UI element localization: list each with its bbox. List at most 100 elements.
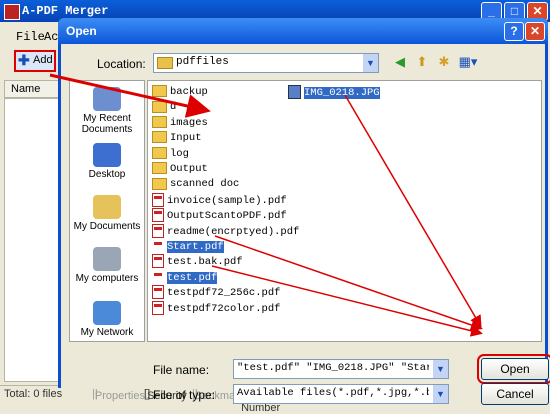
open-button[interactable]: Open — [477, 354, 550, 384]
list-column-header[interactable]: Name — [4, 80, 60, 98]
pdf-file-icon — [152, 269, 164, 284]
file-list-item[interactable]: images — [152, 116, 208, 131]
file-name-label: File name: — [153, 363, 210, 377]
pdf-file-icon — [152, 239, 164, 253]
file-list-item[interactable]: test.bak.pdf — [152, 254, 243, 269]
place-my-documents[interactable]: My Documents — [70, 195, 144, 232]
list-header-name: Name — [11, 83, 41, 95]
pdf-file-icon — [152, 254, 164, 269]
file-name: Output — [170, 163, 208, 175]
chevron-down-icon[interactable]: ▼ — [433, 385, 448, 403]
add-button[interactable]: ✚ Add — [14, 50, 56, 72]
pdf-file-icon — [152, 300, 164, 315]
file-name: IMG_0218.JPG — [304, 86, 380, 99]
file-list-item[interactable]: scanned doc — [152, 177, 239, 192]
file-list-item[interactable]: log — [152, 146, 189, 162]
file-name: testpdf72color.pdf — [167, 302, 281, 315]
new-folder-icon[interactable]: ✱ — [435, 53, 453, 71]
file-list-item[interactable]: OutputScantoPDF.pdf — [152, 208, 287, 223]
view-menu-icon[interactable]: ▦▾ — [457, 53, 479, 71]
folder-icon — [152, 177, 167, 190]
chevron-down-icon[interactable]: ▼ — [433, 360, 448, 378]
places-bar: My Recent Documents Desktop My Documents… — [69, 80, 145, 342]
place-label: My Documents — [73, 221, 141, 232]
file-list-item[interactable]: IMG_0218.JPG — [288, 85, 380, 100]
my-documents-icon — [93, 195, 121, 219]
file-list-item[interactable]: backup — [152, 85, 208, 100]
dialog-body: Location: pdffiles ▼ ◀ ⬆ ✱ ▦▾ My Recent … — [61, 44, 550, 405]
folder-icon — [152, 146, 167, 159]
up-folder-icon[interactable]: ⬆ — [413, 53, 431, 71]
network-icon — [93, 301, 121, 325]
file-name: invoice(sample).pdf — [167, 194, 287, 207]
file-list-item[interactable]: d — [152, 100, 176, 115]
file-name: backup — [170, 86, 208, 98]
file-type-label: File of type: — [153, 388, 216, 402]
chevron-down-icon[interactable]: ▼ — [363, 54, 378, 72]
file-list-item[interactable]: testpdf72_256c.pdf — [152, 285, 280, 300]
file-type-select[interactable]: Available files(*.pdf,*.jpg,*.bmp,*.t ▼ — [233, 384, 449, 404]
folder-icon — [157, 57, 173, 69]
back-icon[interactable]: ◀ — [391, 53, 409, 71]
file-list-item[interactable]: invoice(sample).pdf — [152, 192, 287, 208]
place-network[interactable]: My Network — [70, 301, 144, 337]
place-label: My Network — [80, 327, 134, 337]
folder-icon — [152, 116, 167, 129]
file-name: d — [170, 101, 177, 114]
file-name: OutputScantoPDF.pdf — [167, 209, 287, 222]
app-title: A-PDF Merger — [22, 4, 109, 18]
file-list-item[interactable]: Output — [152, 162, 208, 177]
file-name: test.pdf — [167, 271, 218, 284]
image-file-icon — [288, 85, 301, 99]
status-tab-properties[interactable]: | Properties | — [92, 388, 145, 402]
place-my-computer[interactable]: My computers — [70, 247, 144, 284]
file-name: test.bak.pdf — [167, 256, 243, 269]
place-label: My Recent Documents — [81, 113, 133, 135]
file-list[interactable]: backup d images Input log Output scanned doc in… — [147, 80, 542, 342]
help-icon[interactable]: ? — [504, 22, 524, 41]
file-list-item[interactable]: Start.pdf — [152, 239, 224, 254]
file-list-item[interactable]: testpdf72color.pdf — [152, 300, 281, 316]
recent-documents-icon — [93, 87, 121, 111]
desktop-icon — [93, 143, 121, 167]
folder-icon — [152, 162, 167, 175]
pdf-file-icon — [152, 285, 164, 300]
file-list-item[interactable]: Input — [152, 131, 202, 146]
file-name: testpdf72_256c.pdf — [167, 286, 281, 299]
place-recent[interactable]: My Recent Documents — [70, 87, 144, 135]
location-label: Location: — [97, 57, 146, 71]
app-logo-icon — [4, 4, 20, 20]
add-button-label: Add — [33, 54, 53, 66]
file-list-item[interactable]: test.pdf — [152, 269, 218, 285]
file-list-item[interactable]: readme(encrptyed).pdf — [152, 223, 300, 239]
file-name: readme(encrptyed).pdf — [167, 225, 300, 238]
place-label: Desktop — [88, 169, 126, 180]
open-dialog: Open ? ✕ Location: pdffiles ▼ ◀ ⬆ ✱ ▦▾ M… — [58, 18, 550, 405]
file-name: Start.pdf — [167, 240, 224, 253]
place-desktop[interactable]: Desktop — [70, 143, 144, 180]
location-value: pdffiles — [176, 56, 229, 68]
dialog-title-bar: Open ? ✕ — [58, 18, 548, 44]
pdf-file-icon — [152, 192, 164, 207]
add-files-icon: ✚ — [18, 52, 30, 68]
location-combo[interactable]: pdffiles ▼ — [153, 53, 379, 73]
my-computer-icon — [93, 247, 121, 271]
file-name: scanned doc — [170, 178, 240, 191]
file-name-input[interactable]: "test.pdf" "IMG_0218.JPG" "Start.pdf" ▼ — [233, 359, 449, 379]
status-tab-security[interactable]: [Security] — [144, 388, 187, 402]
folder-icon — [152, 131, 167, 144]
pdf-file-icon — [152, 223, 164, 238]
merge-file-list[interactable] — [4, 98, 60, 382]
status-total: Total: 0 files — [4, 388, 63, 400]
file-name: Input — [170, 132, 202, 145]
file-type-value: Available files(*.pdf,*.jpg,*.bmp,*.t — [237, 387, 429, 399]
dialog-close-icon[interactable]: ✕ — [525, 22, 545, 41]
file-name: images — [170, 116, 208, 129]
folder-icon — [152, 85, 167, 98]
place-label: My computers — [75, 273, 139, 284]
menu-file[interactable]: File — [16, 30, 45, 44]
file-name: log — [170, 147, 189, 160]
folder-icon — [152, 100, 167, 113]
dialog-title: Open — [66, 24, 97, 38]
pdf-file-icon — [152, 208, 164, 223]
